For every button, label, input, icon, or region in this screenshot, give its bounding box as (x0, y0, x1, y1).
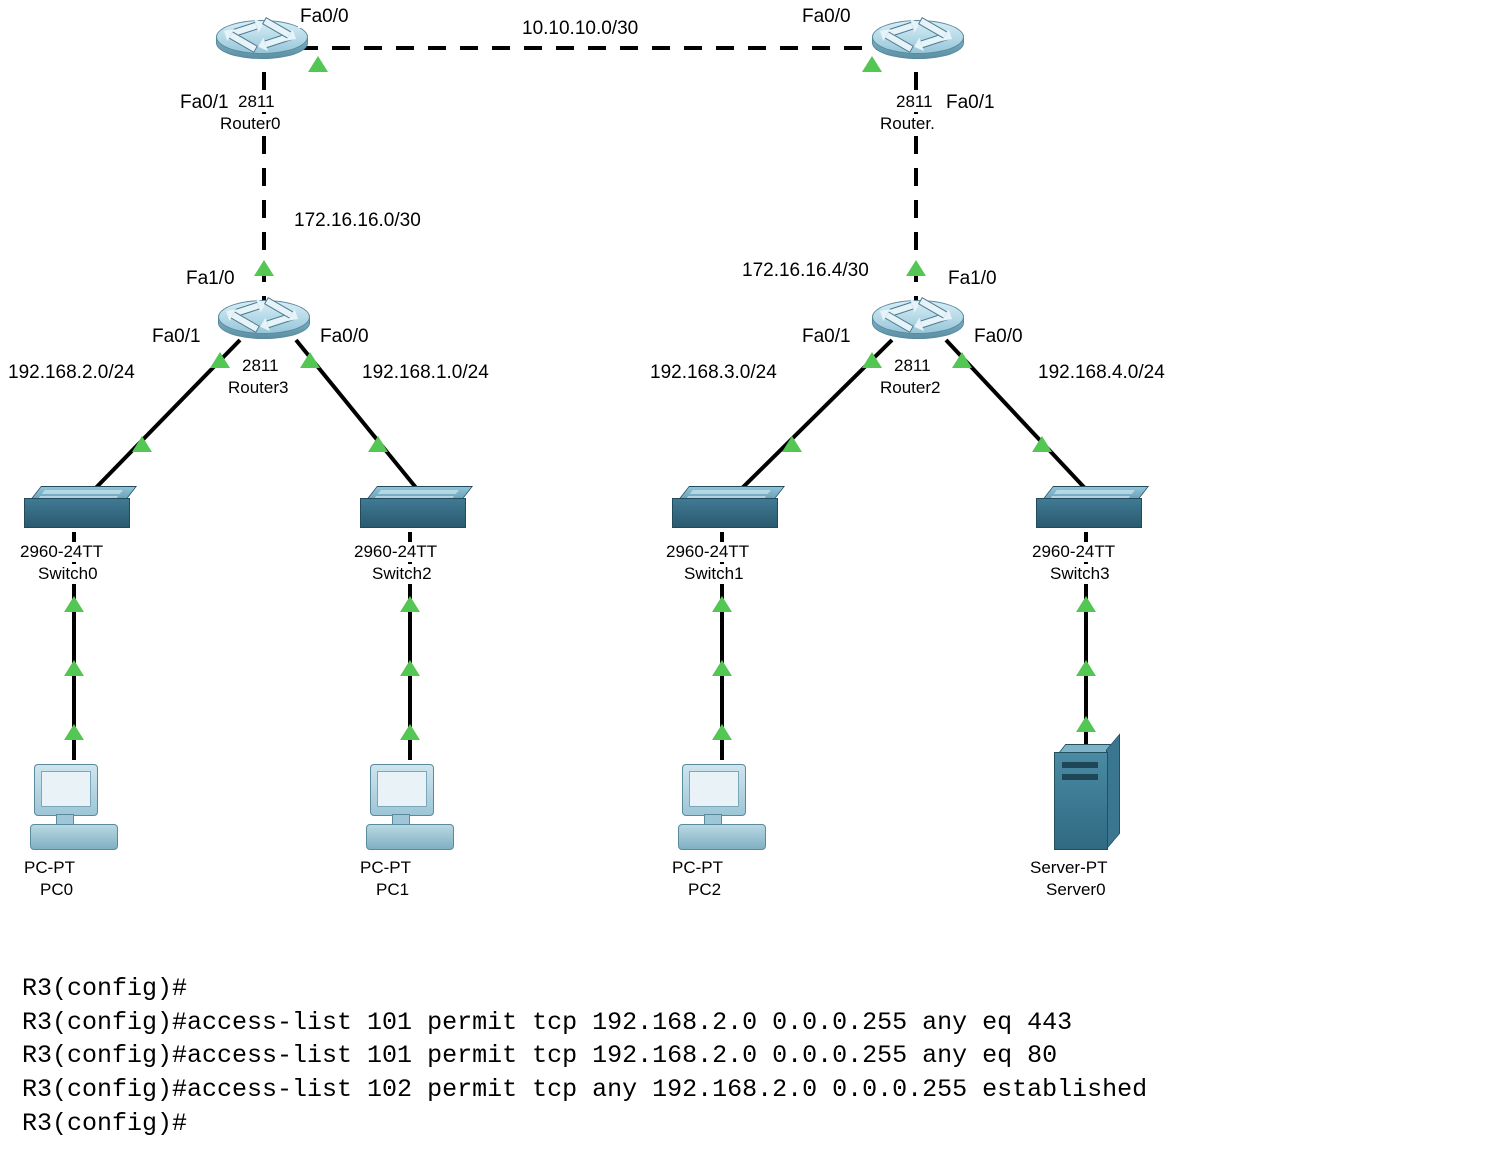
link-up-icon (1076, 716, 1096, 732)
device-name: Router2 (878, 378, 942, 398)
interface-label: Fa0/1 (178, 92, 231, 114)
cli-line: R3(config)#access-list 102 permit tcp an… (22, 1075, 1147, 1104)
link-up-icon (400, 724, 420, 740)
router3-icon[interactable] (218, 300, 308, 348)
router1-icon[interactable] (872, 20, 962, 68)
link-up-icon (862, 352, 882, 368)
cli-line: R3(config)# (22, 974, 187, 1003)
link-up-icon (254, 260, 274, 276)
subnet-label: 192.168.4.0/24 (1036, 362, 1167, 384)
switch2-icon[interactable] (360, 486, 464, 532)
link-up-icon (1076, 596, 1096, 612)
link-up-icon (906, 260, 926, 276)
interface-label: Fa0/0 (800, 6, 853, 28)
device-name: Router. (878, 114, 937, 134)
subnet-label: 172.16.16.0/30 (292, 210, 423, 232)
device-model: PC-PT (670, 858, 725, 878)
switch0-icon[interactable] (24, 486, 128, 532)
device-model: 2811 (892, 356, 933, 376)
link-up-icon (1032, 436, 1052, 452)
switch3-icon[interactable] (1036, 486, 1140, 532)
link-up-icon (368, 436, 388, 452)
router2-icon[interactable] (872, 300, 962, 348)
packet-tracer-canvas: Fa0/0 10.10.10.0/30 Fa0/0 Fa0/1 2811 Rou… (0, 0, 1502, 1115)
device-model: 2960-24TT (352, 542, 439, 562)
link-up-icon (300, 352, 320, 368)
link-up-icon (952, 352, 972, 368)
interface-label: Fa0/0 (972, 326, 1025, 348)
subnet-label: 10.10.10.0/30 (520, 18, 640, 40)
device-model: 2960-24TT (664, 542, 751, 562)
device-name: PC0 (38, 880, 75, 900)
link-up-icon (400, 660, 420, 676)
device-model: PC-PT (358, 858, 413, 878)
device-model: 2960-24TT (18, 542, 105, 562)
pc2-icon[interactable] (678, 764, 768, 854)
link-up-icon (308, 56, 328, 72)
interface-label: Fa0/0 (298, 6, 351, 28)
subnet-label: 172.16.16.4/30 (740, 260, 871, 282)
link-up-icon (1076, 660, 1096, 676)
switch1-icon[interactable] (672, 486, 776, 532)
link-up-icon (64, 596, 84, 612)
link-up-icon (782, 436, 802, 452)
subnet-label: 192.168.1.0/24 (360, 362, 491, 384)
link-up-icon (64, 724, 84, 740)
device-name: Router0 (218, 114, 282, 134)
subnet-label: 192.168.3.0/24 (648, 362, 779, 384)
device-name: Switch1 (682, 564, 746, 584)
interface-label: Fa1/0 (184, 268, 237, 290)
device-model: 2960-24TT (1030, 542, 1117, 562)
router0-icon[interactable] (216, 20, 306, 68)
device-name: PC2 (686, 880, 723, 900)
device-name: Server0 (1044, 880, 1108, 900)
device-model: 2811 (240, 356, 281, 376)
cli-line: R3(config)# (22, 1109, 187, 1138)
link-up-icon (712, 724, 732, 740)
pc0-icon[interactable] (30, 764, 120, 854)
device-name: PC1 (374, 880, 411, 900)
server0-icon[interactable] (1054, 744, 1120, 848)
subnet-label: 192.168.2.0/24 (6, 362, 137, 384)
device-model: 2811 (236, 92, 277, 112)
link-up-icon (132, 436, 152, 452)
link-up-icon (210, 352, 230, 368)
device-name: Switch2 (370, 564, 434, 584)
link-up-icon (64, 660, 84, 676)
device-model: PC-PT (22, 858, 77, 878)
interface-label: Fa0/1 (150, 326, 203, 348)
interface-label: Fa0/0 (318, 326, 371, 348)
link-up-icon (712, 660, 732, 676)
interface-label: Fa0/1 (944, 92, 997, 114)
device-name: Switch0 (36, 564, 100, 584)
device-model: 2811 (894, 92, 935, 112)
cli-line: R3(config)#access-list 101 permit tcp 19… (22, 1041, 1057, 1070)
pc1-icon[interactable] (366, 764, 456, 854)
device-name: Switch3 (1048, 564, 1112, 584)
link-up-icon (400, 596, 420, 612)
device-name: Router3 (226, 378, 290, 398)
interface-label: Fa0/1 (800, 326, 853, 348)
link-up-icon (712, 596, 732, 612)
cli-line: R3(config)#access-list 101 permit tcp 19… (22, 1008, 1072, 1037)
cli-output: R3(config)# R3(config)#access-list 101 p… (22, 938, 1147, 1174)
interface-label: Fa1/0 (946, 268, 999, 290)
device-model: Server-PT (1028, 858, 1109, 878)
